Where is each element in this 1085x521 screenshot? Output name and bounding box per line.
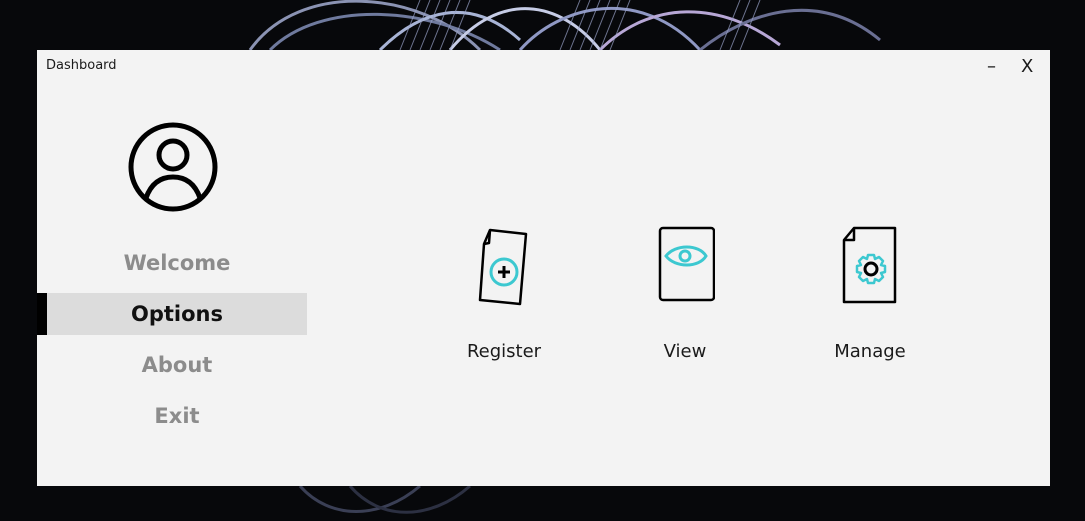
view-label: View (663, 341, 707, 362)
sidebar-item-about[interactable]: About (47, 344, 307, 386)
document-add-icon (478, 228, 528, 306)
sidebar-item-options[interactable]: Options (47, 293, 307, 335)
close-button[interactable]: X (1021, 54, 1033, 80)
sidebar-item-welcome[interactable]: Welcome (47, 242, 307, 284)
active-indicator (37, 293, 47, 335)
document-gear-icon (842, 226, 897, 304)
register-label: Register (466, 341, 542, 362)
minimize-button[interactable]: – (987, 54, 996, 80)
user-circle-icon (128, 122, 218, 212)
document-eye-icon (658, 226, 715, 302)
window-title: Dashboard (46, 58, 117, 73)
manage-label: Manage (834, 341, 906, 362)
dashboard-window: Dashboard – X Welcome Options About Exit… (37, 50, 1050, 486)
sidebar-item-exit[interactable]: Exit (47, 395, 307, 437)
